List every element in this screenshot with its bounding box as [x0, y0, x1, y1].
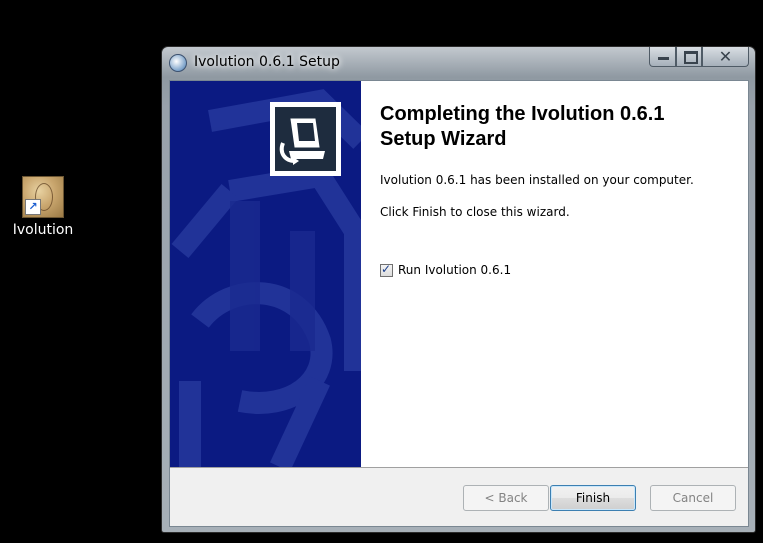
window-title: Ivolution 0.6.1 Setup	[194, 54, 340, 70]
checkmark-icon: ✓	[381, 261, 392, 276]
title-bar[interactable]: Ivolution 0.6.1 Setup ✕	[162, 47, 755, 79]
run-app-checkbox[interactable]: ✓	[380, 261, 393, 277]
wizard-client-area: Completing the Ivolution 0.6.1 Setup Wiz…	[169, 80, 749, 527]
wizard-heading: Completing the Ivolution 0.6.1 Setup Wiz…	[380, 103, 665, 150]
minimize-button[interactable]	[649, 47, 676, 67]
back-button[interactable]: < Back	[463, 485, 549, 511]
installer-logo	[270, 102, 341, 176]
desktop: ↗ Ivolution Ivolution 0.6.1 Setup ✕ Comp…	[0, 0, 763, 543]
finish-button[interactable]: Finish	[550, 485, 636, 511]
cancel-button[interactable]: Cancel	[650, 485, 736, 511]
minimize-icon	[658, 57, 669, 60]
run-app-option[interactable]: ✓ Run Ivolution 0.6.1	[380, 261, 511, 277]
run-app-checkbox-label[interactable]: Run Ivolution 0.6.1	[398, 263, 511, 277]
maximize-button[interactable]	[676, 47, 702, 67]
ivolution-app-icon: ↗	[22, 176, 64, 218]
wizard-sidebar-banner	[170, 81, 361, 467]
setup-window: Ivolution 0.6.1 Setup ✕ Completing the I…	[161, 46, 756, 533]
close-button[interactable]: ✕	[702, 47, 749, 67]
close-instruction: Click Finish to close this wizard.	[380, 205, 570, 219]
installer-computer-icon	[275, 107, 336, 171]
desktop-icon-label: Ivolution	[12, 222, 74, 238]
installed-message: Ivolution 0.6.1 has been installed on yo…	[380, 173, 694, 187]
setup-app-icon	[169, 54, 187, 72]
footer-divider	[170, 467, 748, 468]
shortcut-arrow-icon: ↗	[25, 199, 41, 215]
caption-buttons: ✕	[649, 47, 749, 69]
desktop-shortcut-ivolution[interactable]: ↗ Ivolution	[6, 176, 80, 238]
close-icon: ✕	[718, 47, 733, 66]
wizard-main-panel: Completing the Ivolution 0.6.1 Setup Wiz…	[361, 81, 748, 467]
maximize-icon	[684, 51, 698, 64]
